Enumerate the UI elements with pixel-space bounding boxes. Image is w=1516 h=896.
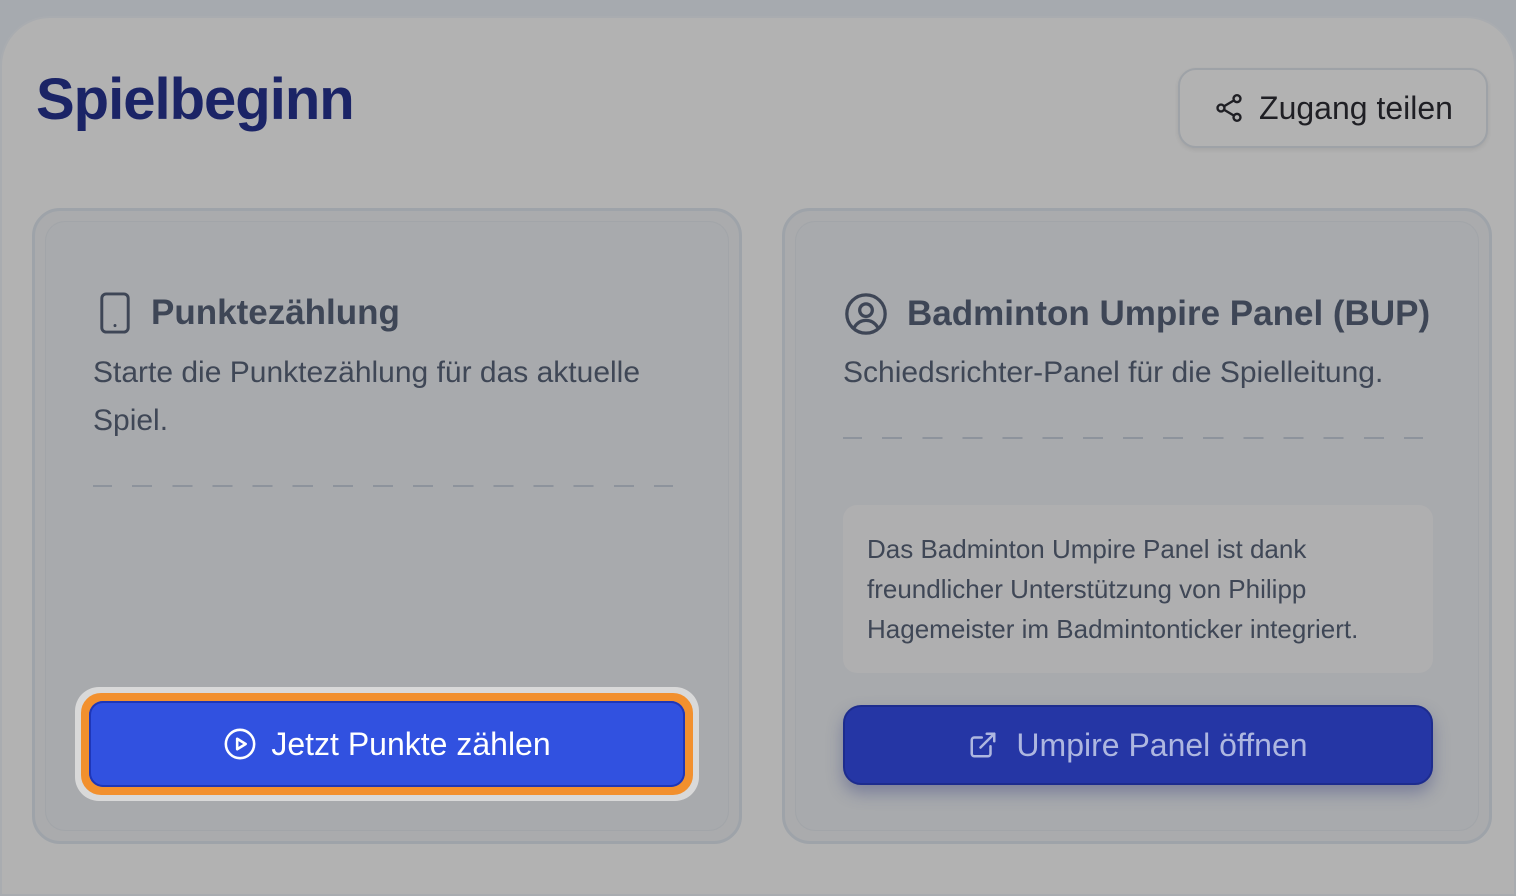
scoring-card: Punktezählung Starte die Punktezählung f… (32, 208, 742, 844)
start-scoring-label: Jetzt Punkte zählen (271, 725, 551, 762)
play-circle-icon (224, 728, 256, 760)
user-circle-icon (845, 293, 887, 335)
external-link-icon (970, 732, 996, 758)
start-scoring-button[interactable]: Jetzt Punkte zählen (89, 701, 685, 787)
start-scoring-focus-ring: Jetzt Punkte zählen (75, 687, 699, 801)
share-access-label: Zugang teilen (1259, 89, 1453, 126)
share-icon (1216, 94, 1242, 122)
umpire-card-divider (843, 437, 1423, 439)
scoring-card-description: Starte die Punktezählung für das aktuell… (93, 356, 641, 437)
open-umpire-panel-label: Umpire Panel öffnen (1016, 726, 1308, 763)
scoring-card-header: Punktezählung (97, 291, 400, 335)
scoring-card-divider (93, 485, 673, 487)
page-container: Spielbeginn Zugang teilen Punktezählung … (0, 16, 1516, 896)
scoring-card-title: Punktezählung (151, 293, 400, 332)
umpire-card-description: Schiedsrichter-Panel für die Spielleitun… (843, 356, 1384, 389)
umpire-card: Badminton Umpire Panel (BUP) Schiedsrich… (782, 208, 1492, 844)
page-title: Spielbeginn (36, 67, 355, 132)
open-umpire-panel-button[interactable]: Umpire Panel öffnen (843, 705, 1433, 785)
share-access-button[interactable]: Zugang teilen (1178, 68, 1488, 148)
smartphone-icon (100, 292, 130, 334)
umpire-card-header: Badminton Umpire Panel (BUP) (843, 291, 1430, 337)
umpire-info-box: Das Badminton Umpire Panel ist dank freu… (843, 505, 1433, 673)
start-scoring-button-frame: Jetzt Punkte zählen (81, 693, 693, 795)
umpire-card-title: Badminton Umpire Panel (BUP) (907, 294, 1431, 333)
